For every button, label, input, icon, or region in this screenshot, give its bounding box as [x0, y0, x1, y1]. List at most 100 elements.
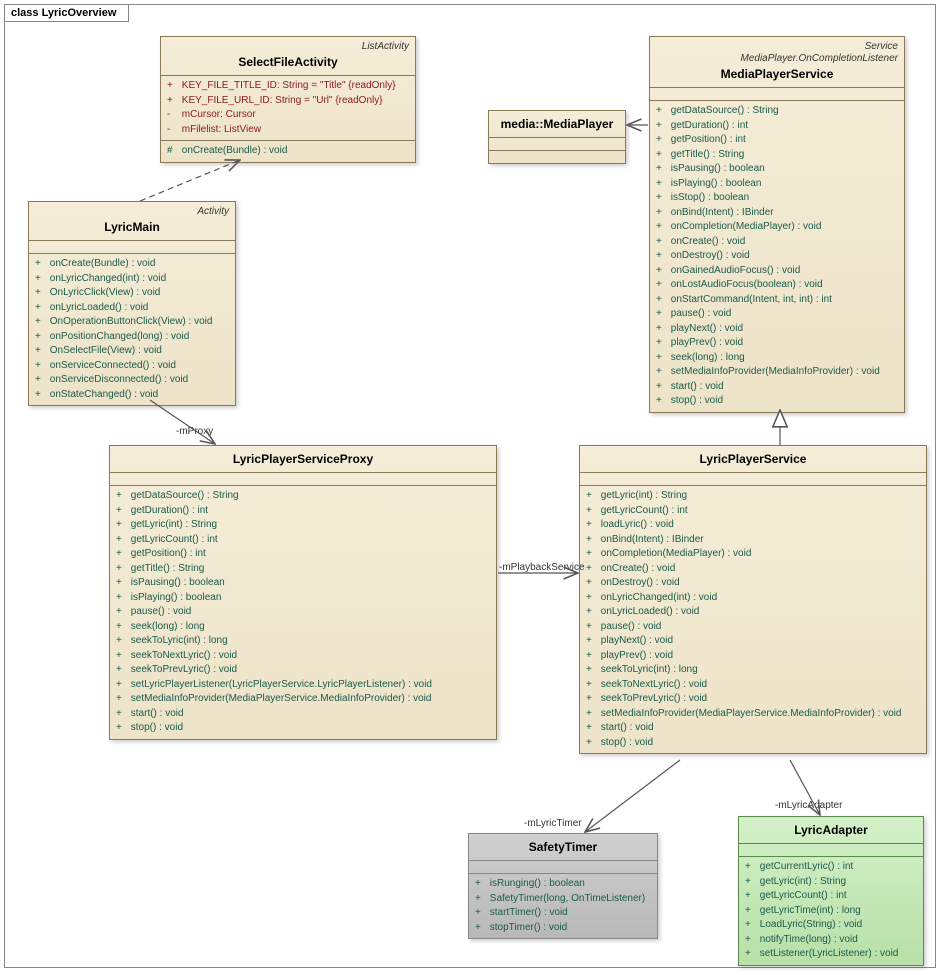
class-name: LyricMain: [35, 218, 229, 236]
class-member: - mCursor: Cursor: [167, 108, 409, 123]
class-member: + setLyricPlayerListener(LyricPlayerServ…: [116, 678, 490, 693]
class-lyric-adapter: LyricAdapter + getCurrentLyric() : int+ …: [738, 816, 924, 966]
class-stereotype: Service: [656, 41, 898, 53]
class-member: + KEY_FILE_URL_ID: String = "Url" {readO…: [167, 94, 409, 109]
class-name: MediaPlayerService: [656, 65, 898, 83]
class-member: + getDuration() : int: [656, 119, 898, 134]
class-member: + setMediaInfoProvider(MediaPlayerServic…: [586, 707, 920, 722]
class-member: + pause() : void: [116, 605, 490, 620]
class-member: + playNext() : void: [656, 322, 898, 337]
class-member: + onLyricChanged(int) : void: [586, 591, 920, 606]
class-member: + isPausing() : boolean: [656, 162, 898, 177]
class-member: + getLyric(int) : String: [116, 518, 490, 533]
class-attributes: + KEY_FILE_TITLE_ID: String = "Title" {r…: [161, 76, 415, 141]
class-member: + onDestroy() : void: [656, 249, 898, 264]
class-operations: # onCreate(Bundle) : void: [161, 141, 415, 162]
class-member: + onLostAudioFocus(boolean) : void: [656, 278, 898, 293]
class-member: + onCreate() : void: [656, 235, 898, 250]
class-member: + stop() : void: [116, 721, 490, 736]
class-member: + pause() : void: [586, 620, 920, 635]
class-media-player-service: Service MediaPlayer.OnCompletionListener…: [649, 36, 905, 413]
class-member: + LoadLyric(String) : void: [745, 918, 917, 933]
class-member: + notifyTime(long) : void: [745, 933, 917, 948]
class-lyric-main: Activity LyricMain + onCreate(Bundle) : …: [28, 201, 236, 406]
class-member: + isStop() : boolean: [656, 191, 898, 206]
class-member: + SafetyTimer(long, OnTimeListener): [475, 892, 651, 907]
class-attributes: [29, 241, 235, 254]
class-member: + getLyricCount() : int: [586, 504, 920, 519]
class-member: + onDestroy() : void: [586, 576, 920, 591]
class-member: + onGainedAudioFocus() : void: [656, 264, 898, 279]
class-member: + onStartCommand(Intent, int, int) : int: [656, 293, 898, 308]
class-name: SafetyTimer: [475, 838, 651, 856]
class-member: + start() : void: [656, 380, 898, 395]
class-member: + getLyricCount() : int: [745, 889, 917, 904]
class-member: + start() : void: [586, 721, 920, 736]
class-member: + seekToLyric(int) : long: [116, 634, 490, 649]
class-member: + getDataSource() : String: [116, 489, 490, 504]
class-stereotype: ListActivity: [167, 41, 409, 53]
class-member: + stop() : void: [586, 736, 920, 751]
class-member: + getPosition() : int: [116, 547, 490, 562]
class-attributes: [580, 473, 926, 486]
class-name: media::MediaPlayer: [495, 115, 619, 133]
class-member: + isPlaying() : boolean: [656, 177, 898, 192]
class-member: + OnOperationButtonClick(View) : void: [35, 315, 229, 330]
class-member: + setMediaInfoProvider(MediaInfoProvider…: [656, 365, 898, 380]
class-operations: + onCreate(Bundle) : void+ onLyricChange…: [29, 254, 235, 405]
class-member: + getTitle() : String: [656, 148, 898, 163]
class-name: SelectFileActivity: [167, 53, 409, 71]
class-member: + onBind(Intent) : IBinder: [656, 206, 898, 221]
class-member: + stopTimer() : void: [475, 921, 651, 936]
class-member: + onServiceDisconnected() : void: [35, 373, 229, 388]
frame-title: class LyricOverview: [5, 5, 129, 22]
class-member: + setMediaInfoProvider(MediaPlayerServic…: [116, 692, 490, 707]
class-attributes: [469, 861, 657, 874]
class-member: + onLyricLoaded() : void: [35, 301, 229, 316]
class-name: LyricPlayerServiceProxy: [116, 450, 490, 468]
class-operations: + getDataSource() : String+ getDuration(…: [110, 486, 496, 739]
class-operations: + getLyric(int) : String+ getLyricCount(…: [580, 486, 926, 753]
class-safety-timer: SafetyTimer + isRunging() : boolean+ Saf…: [468, 833, 658, 939]
assoc-label-mplaybackservice: -mPlaybackService: [499, 562, 585, 573]
class-member: + onCreate() : void: [586, 562, 920, 577]
class-member: + playNext() : void: [586, 634, 920, 649]
class-member: + isPausing() : boolean: [116, 576, 490, 591]
class-member: + getLyricTime(int) : long: [745, 904, 917, 919]
class-member: + getLyric(int) : String: [586, 489, 920, 504]
class-member: + onServiceConnected() : void: [35, 359, 229, 374]
class-attributes: [110, 473, 496, 486]
assoc-label-mproxy: -mProxy: [176, 426, 213, 437]
class-member: + seekToPrevLyric() : void: [116, 663, 490, 678]
class-member: - mFilelist: ListView: [167, 123, 409, 138]
class-operations: + isRunging() : boolean+ SafetyTimer(lon…: [469, 874, 657, 938]
class-member: + playPrev() : void: [586, 649, 920, 664]
class-member: + getDuration() : int: [116, 504, 490, 519]
class-member: + pause() : void: [656, 307, 898, 322]
assoc-label-mlyrictimer: -mLyricTimer: [524, 818, 582, 829]
class-member: + isPlaying() : boolean: [116, 591, 490, 606]
class-member: + OnSelectFile(View) : void: [35, 344, 229, 359]
class-member: + stop() : void: [656, 394, 898, 409]
class-member: + onLyricChanged(int) : void: [35, 272, 229, 287]
class-member: + seek(long) : long: [116, 620, 490, 635]
class-stereotype: Activity: [35, 206, 229, 218]
class-operations: + getDataSource() : String+ getDuration(…: [650, 101, 904, 412]
class-operations: + getCurrentLyric() : int+ getLyric(int)…: [739, 857, 923, 965]
class-operations: [489, 151, 625, 163]
class-member: + onBind(Intent) : IBinder: [586, 533, 920, 548]
class-member: + getDataSource() : String: [656, 104, 898, 119]
class-lyric-player-service: LyricPlayerService + getLyric(int) : Str…: [579, 445, 927, 754]
class-member: + onCreate(Bundle) : void: [35, 257, 229, 272]
class-member: + onPositionChanged(long) : void: [35, 330, 229, 345]
class-member: + playPrev() : void: [656, 336, 898, 351]
class-member: + onStateChanged() : void: [35, 388, 229, 403]
class-member: + getLyric(int) : String: [745, 875, 917, 890]
class-member: + start() : void: [116, 707, 490, 722]
class-member: + seekToNextLyric() : void: [116, 649, 490, 664]
class-member: + setListener(LyricListener) : void: [745, 947, 917, 962]
class-lyric-player-service-proxy: LyricPlayerServiceProxy + getDataSource(…: [109, 445, 497, 740]
class-member: + getPosition() : int: [656, 133, 898, 148]
class-attributes: [489, 138, 625, 151]
class-name: LyricPlayerService: [586, 450, 920, 468]
